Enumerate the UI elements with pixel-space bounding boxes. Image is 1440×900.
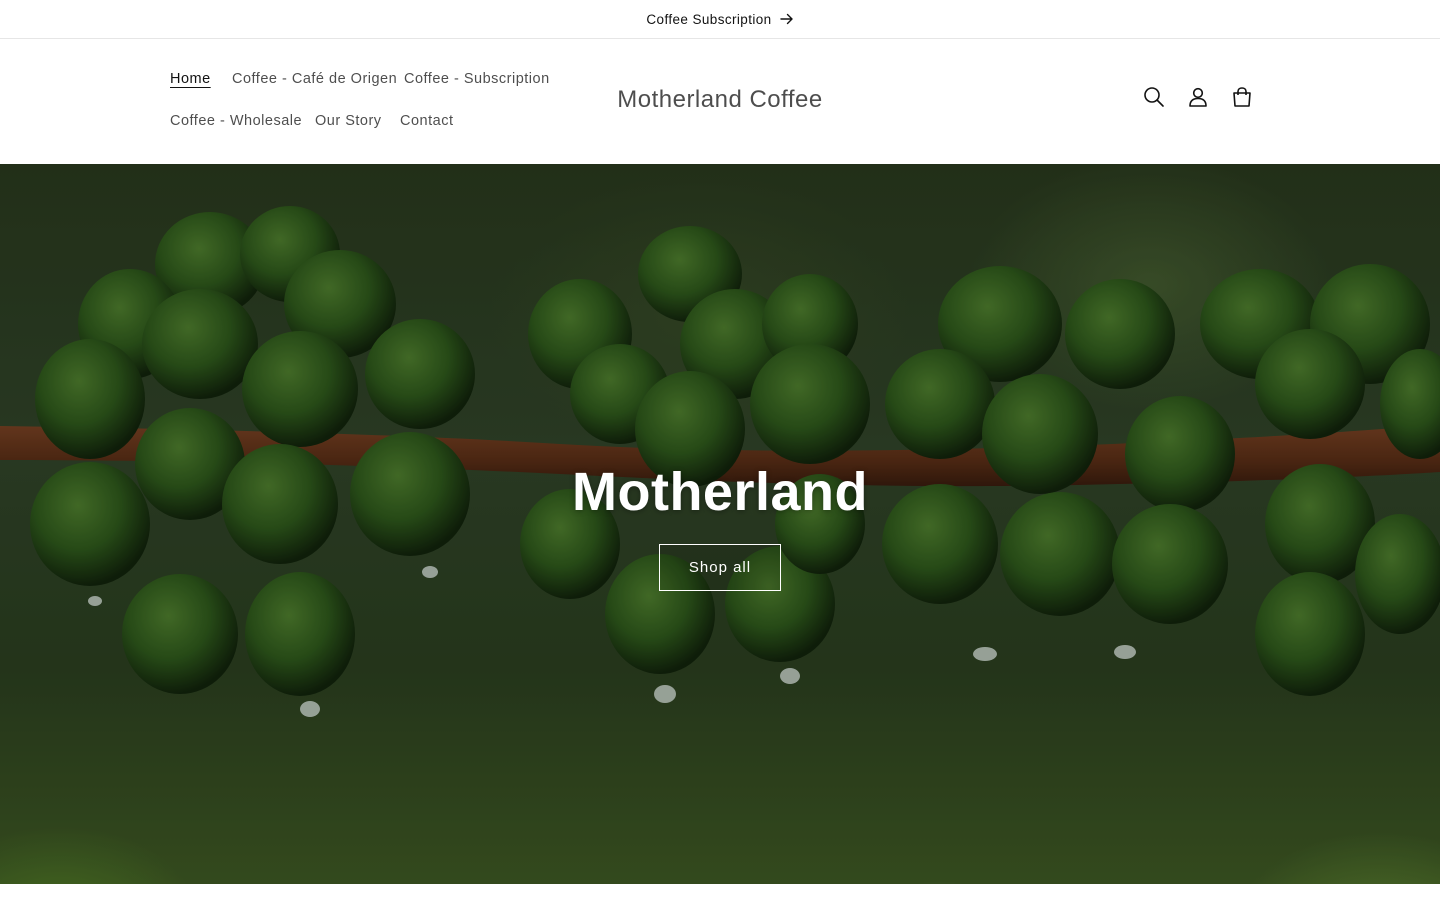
site-header: Home Coffee - Café de Origen Coffee - Su… xyxy=(0,39,1440,164)
header-icons xyxy=(1142,85,1254,109)
search-icon xyxy=(1144,87,1164,107)
arrow-right-icon xyxy=(779,13,793,25)
hero-banner: Motherland Shop all xyxy=(0,164,1440,884)
account-button[interactable] xyxy=(1186,85,1210,109)
account-icon xyxy=(1189,87,1207,107)
cart-button[interactable] xyxy=(1230,85,1254,109)
announcement-bar[interactable]: Coffee Subscription xyxy=(0,0,1440,39)
cart-icon xyxy=(1233,87,1251,107)
site-logo[interactable]: Motherland Coffee xyxy=(617,86,823,113)
hero-content: Motherland Shop all xyxy=(0,460,1440,591)
hero-title: Motherland xyxy=(572,462,868,522)
announcement-text: Coffee Subscription xyxy=(646,11,772,27)
shop-all-button[interactable]: Shop all xyxy=(659,544,781,591)
search-button[interactable] xyxy=(1142,85,1166,109)
